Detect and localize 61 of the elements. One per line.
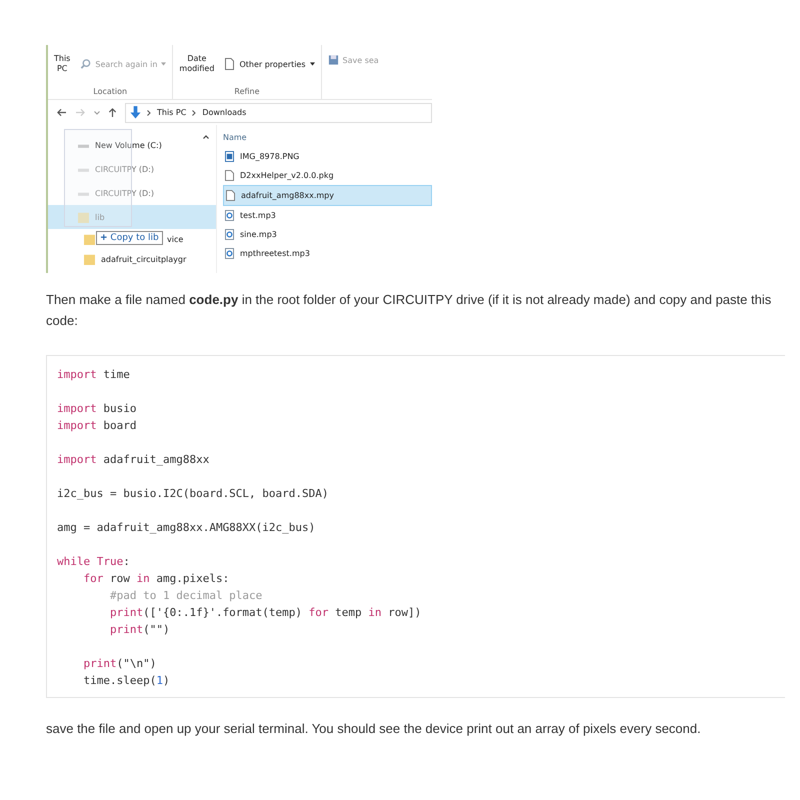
- code-line: print(['{0:.1f}'.format(temp) for temp in row]): [108, 605, 422, 621]
- document-icon: [226, 190, 235, 201]
- document-icon: [225, 170, 234, 181]
- navigation-label: CIRCUITPY (D:): [95, 164, 154, 174]
- ribbon-button[interactable]: Other properties: [239, 60, 306, 68]
- navigation-label: New Volume (C:): [95, 140, 162, 150]
- file-item[interactable]: D2xxHelper_v2.0.0.pkg: [223, 166, 432, 185]
- file-item[interactable]: test.mp3: [223, 206, 432, 225]
- column-header[interactable]: Name: [223, 133, 432, 142]
- ribbon-label[interactable]: Date modified: [179, 54, 214, 74]
- chevron-right-icon: [147, 110, 151, 116]
- folder-icon: [84, 254, 95, 264]
- ribbon-group-label: Location: [93, 87, 128, 96]
- code-line: #pad to 1 decimal place: [108, 588, 262, 604]
- scroll-up-icon[interactable]: [203, 135, 209, 139]
- download-arrow-icon: [130, 106, 141, 119]
- code-line: amg = adafruit_amg88xx.AMG88XX(i2c_bus): [57, 520, 316, 536]
- audio-file-icon: [225, 248, 234, 259]
- navigation-label: vice: [167, 234, 184, 244]
- drag-tooltip: + Copy to lib: [96, 231, 163, 245]
- file-item[interactable]: IMG_8978.PNG: [223, 147, 432, 166]
- ribbon-group-label: Refine: [234, 87, 260, 96]
- navigation-item[interactable]: + Copy to lib vice: [48, 229, 216, 249]
- file-item[interactable]: adafruit_amg88xx.mpy: [223, 185, 432, 206]
- code-line: import busio: [57, 401, 136, 417]
- navigation-label: adafruit_circuitplaygr: [101, 254, 186, 264]
- file-item[interactable]: mpthreetest.mp3: [223, 244, 432, 263]
- instruction-text: Then make a file named code.py in the root folder of your CIRCUITPY drive (if it is not already made) and copy and paste this code:: [46, 291, 772, 330]
- audio-file-icon: [225, 229, 234, 240]
- image-file-icon: [225, 151, 234, 162]
- navigation-label: lib: [95, 212, 105, 222]
- audio-file-icon: [225, 210, 234, 221]
- code-line: import board: [57, 418, 136, 434]
- folder-icon: [84, 234, 95, 244]
- search-icon: [80, 58, 92, 70]
- code-line: i2c_bus = busio.I2C(board.SCL, board.SDA): [57, 486, 329, 502]
- breadcrumb-item[interactable]: This PC: [157, 108, 186, 117]
- chevron-down-icon[interactable]: [94, 110, 100, 114]
- dropdown-caret-icon: [161, 62, 166, 66]
- instruction-text: save the file and open up your serial terminal. You should see the device print out an array of pixels every second.: [46, 720, 702, 738]
- chevron-right-icon: [192, 110, 196, 116]
- code-line: import adafruit_amg88xx: [57, 452, 210, 468]
- code-line: time.sleep(1): [82, 673, 170, 689]
- navigation-item[interactable]: New Volume (C:): [48, 133, 216, 157]
- navigation-item[interactable]: adafruit_circuitplaygr: [48, 249, 216, 269]
- code-line: while True:: [57, 554, 130, 570]
- navigation-item[interactable]: CIRCUITPY (D:): [48, 181, 216, 205]
- document-icon: [224, 58, 236, 70]
- back-arrow-icon[interactable]: [56, 108, 67, 117]
- code-line: print("\n"): [82, 656, 156, 672]
- file-item[interactable]: sine.mp3: [223, 225, 432, 244]
- up-arrow-icon[interactable]: [108, 107, 117, 118]
- code-line: print(""): [108, 622, 170, 638]
- code-line: for row in amg.pixels:: [82, 571, 230, 587]
- dropdown-caret-icon: [310, 62, 315, 66]
- address-bar[interactable]: This PC Downloads: [125, 102, 432, 122]
- navigation-label: CIRCUITPY (D:): [95, 188, 154, 198]
- breadcrumb-item[interactable]: Downloads: [202, 108, 246, 117]
- navigation-item[interactable]: CIRCUITPY (D:): [48, 157, 216, 181]
- code-line: import time: [57, 367, 130, 383]
- ribbon-label[interactable]: This PC: [54, 54, 70, 74]
